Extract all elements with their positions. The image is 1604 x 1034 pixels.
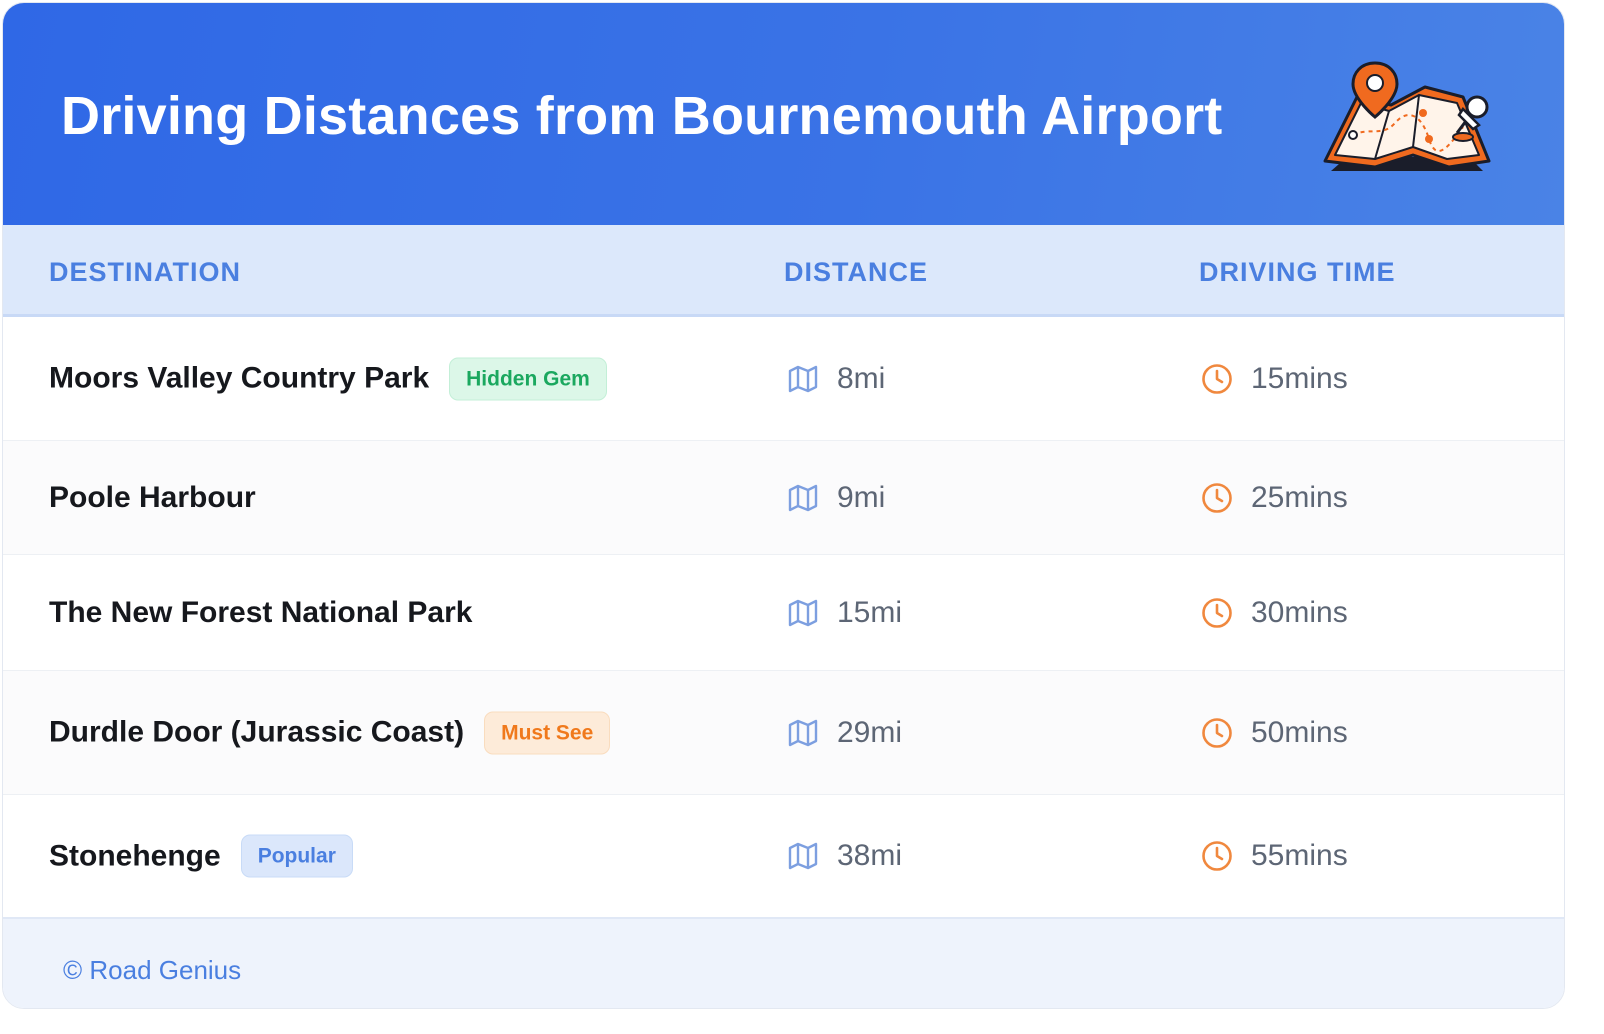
destination-name: The New Forest National Park — [49, 595, 473, 629]
must-see-badge: Must See — [484, 711, 611, 754]
destination-cell: Stonehenge Popular — [49, 834, 353, 878]
header-banner: Driving Distances from Bournemouth Airpo… — [3, 3, 1564, 225]
driving-time-value: 30mins — [1251, 595, 1348, 629]
hidden-gem-badge: Hidden Gem — [449, 357, 607, 400]
driving-time-value: 15mins — [1251, 361, 1348, 395]
distance-cell: 9mi — [787, 481, 885, 515]
driving-time-value: 55mins — [1251, 839, 1348, 872]
destination-name: Moors Valley Country Park — [49, 361, 430, 395]
driving-time-cell: 55mins — [1201, 839, 1348, 873]
clock-icon — [1202, 363, 1232, 394]
distance-cell: 15mi — [787, 596, 902, 630]
driving-time-value: 25mins — [1251, 480, 1348, 514]
driving-time-value: 50mins — [1251, 715, 1348, 749]
table-row: Poole Harbour 9mi 25mins — [3, 441, 1564, 555]
column-header-driving-time: DRIVING TIME — [1199, 257, 1396, 287]
driving-time-cell: 15mins — [1201, 362, 1348, 396]
map-with-pins-illustration — [1323, 61, 1491, 171]
map-icon — [788, 599, 818, 626]
destination-cell: Moors Valley Country Park Hidden Gem — [49, 357, 607, 400]
distance-value: 38mi — [837, 839, 903, 872]
table-row: Stonehenge Popular 38mi 55mins — [3, 795, 1564, 917]
distance-table-card: Driving Distances from Bournemouth Airpo… — [2, 2, 1565, 1009]
distance-value: 15mi — [837, 595, 903, 629]
distance-value: 8mi — [837, 361, 886, 395]
table-header-row: DESTINATION DISTANCE DRIVING TIME — [3, 225, 1564, 317]
page-title: Driving Distances from Bournemouth Airpo… — [61, 86, 1223, 146]
map-icon — [788, 719, 818, 746]
destination-cell: The New Forest National Park — [49, 596, 472, 630]
clock-icon — [1202, 717, 1232, 748]
destination-name: Stonehenge — [49, 839, 221, 872]
column-header-distance: DISTANCE — [784, 257, 929, 287]
destination-cell: Durdle Door (Jurassic Coast) Must See — [49, 711, 611, 754]
driving-time-cell: 50mins — [1201, 716, 1348, 750]
distance-value: 29mi — [837, 715, 903, 749]
distance-cell: 29mi — [787, 716, 902, 750]
destination-cell: Poole Harbour — [49, 481, 256, 515]
driving-time-cell: 25mins — [1201, 481, 1348, 515]
distance-cell: 38mi — [787, 839, 902, 873]
table-row: Moors Valley Country Park Hidden Gem 8mi… — [3, 317, 1564, 441]
clock-icon — [1202, 482, 1232, 513]
driving-time-cell: 30mins — [1201, 596, 1348, 630]
map-icon — [788, 484, 818, 511]
destination-name: Poole Harbour — [49, 480, 256, 514]
column-header-destination: DESTINATION — [49, 257, 241, 287]
footer: © Road Genius — [3, 917, 1564, 1008]
copyright-credit: © Road Genius — [63, 955, 242, 985]
destination-name: Durdle Door (Jurassic Coast) — [49, 715, 465, 749]
table-row: Durdle Door (Jurassic Coast) Must See 29… — [3, 671, 1564, 795]
map-icon — [788, 365, 818, 392]
table-row: The New Forest National Park 15mi 30mins — [3, 555, 1564, 671]
clock-icon — [1202, 841, 1232, 871]
map-icon — [788, 842, 818, 870]
distance-value: 9mi — [837, 480, 886, 514]
distance-cell: 8mi — [787, 362, 885, 396]
clock-icon — [1202, 597, 1232, 628]
popular-badge: Popular — [240, 834, 353, 878]
